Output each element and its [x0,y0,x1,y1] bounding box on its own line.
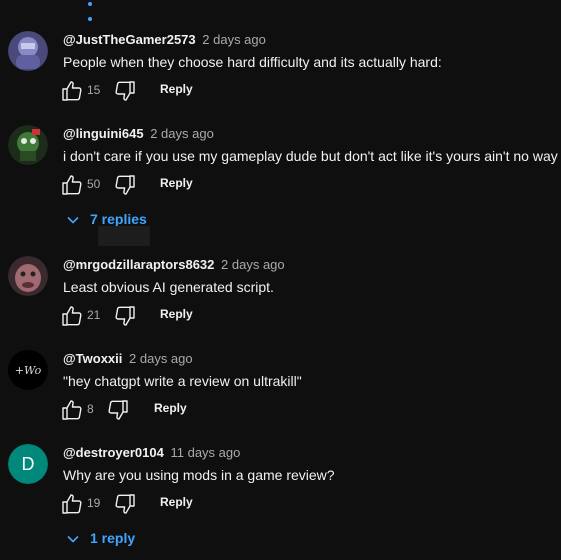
reply-button[interactable]: Reply [160,176,193,190]
comment-header: @destroyer0104 11 days ago [63,444,240,462]
like-count: 21 [87,308,101,322]
view-replies-button[interactable]: 1 reply [66,530,135,546]
avatar[interactable] [8,256,48,296]
comment-header: @Twoxxii 2 days ago [63,350,193,368]
like-count: 15 [87,83,101,97]
like-button[interactable] [60,398,84,422]
svg-text:D: D [22,454,35,474]
thumbs-up-icon [62,81,82,101]
thumbs-up-icon [62,175,82,195]
timestamp[interactable]: 2 days ago [150,126,214,141]
author-name[interactable]: @Twoxxii [63,351,122,366]
timestamp[interactable]: 2 days ago [129,351,193,366]
timestamp[interactable]: 2 days ago [221,257,285,272]
comment-header: @mrgodzillaraptors8632 2 days ago [63,256,285,274]
like-count: 8 [87,402,94,416]
avatar[interactable]: D [8,444,48,484]
thumbs-down-icon [115,81,135,101]
reply-button[interactable]: Reply [160,495,193,509]
comment-text: Least obvious AI generated script. [63,279,274,295]
author-name[interactable]: @mrgodzillaraptors8632 [63,257,214,272]
like-count: 50 [87,177,101,191]
timestamp[interactable]: 2 days ago [202,32,266,47]
like-button[interactable] [60,79,84,103]
thumbs-down-icon [115,494,135,514]
avatar[interactable] [8,31,48,71]
comment-header: @linguini645 2 days ago [63,125,214,143]
comment-header: @JustTheGamer2573 2 days ago [63,31,266,49]
comment-text: Why are you using mods in a game review? [63,467,335,483]
avatar[interactable]: +Wo [8,350,48,390]
thumbs-up-icon [62,400,82,420]
view-replies-button[interactable]: 7 replies [66,211,147,227]
author-name[interactable]: @destroyer0104 [63,445,164,460]
comment-text: People when they choose hard difficulty … [63,54,442,70]
author-name[interactable]: @JustTheGamer2573 [63,32,196,47]
comment-text: "hey chatgpt write a review on ultrakill… [63,373,302,389]
tooltip-remnant [98,226,150,246]
reply-button[interactable]: Reply [154,401,187,415]
replies-count-label: 1 reply [90,530,136,546]
thumbs-down-icon [108,400,128,420]
like-count: 19 [87,496,101,510]
timestamp[interactable]: 11 days ago [170,445,240,460]
like-button[interactable] [60,492,84,516]
like-button[interactable] [60,304,84,328]
thumbs-down-icon [115,175,135,195]
author-name[interactable]: @linguini645 [63,126,144,141]
like-button[interactable] [60,173,84,197]
thumbs-up-icon [62,306,82,326]
chevron-down-icon [67,217,79,224]
thumbs-down-icon [115,306,135,326]
reply-button[interactable]: Reply [160,307,193,321]
svg-text:+Wo: +Wo [15,364,42,377]
reply-button[interactable]: Reply [160,82,193,96]
replies-count-label: 7 replies [90,211,147,227]
chevron-down-icon [67,536,79,543]
scroll-remnant [88,0,114,21]
dislike-button[interactable] [113,173,137,197]
dislike-button[interactable] [106,398,130,422]
comment-text: i don't care if you use my gameplay dude… [63,148,561,164]
comments-panel: @JustTheGamer2573 2 days ago People when… [0,0,561,560]
dislike-button[interactable] [113,492,137,516]
avatar[interactable] [8,125,48,165]
dislike-button[interactable] [113,304,137,328]
thumbs-up-icon [62,494,82,514]
dislike-button[interactable] [113,79,137,103]
